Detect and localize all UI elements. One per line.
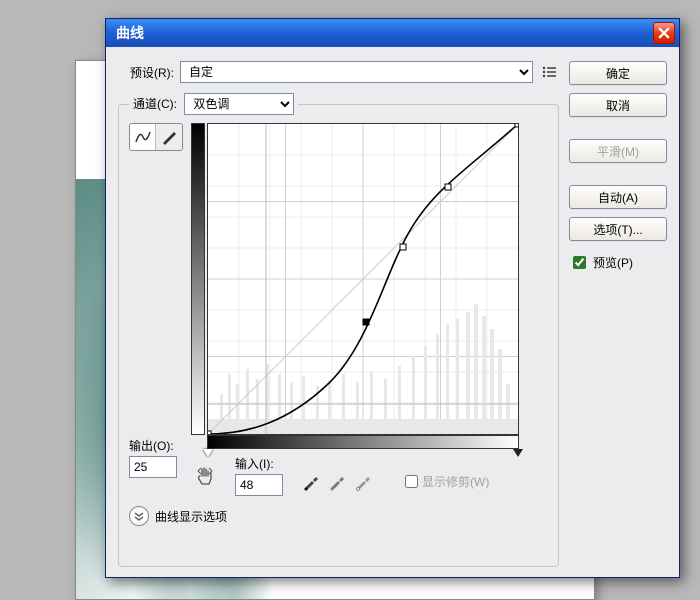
- show-clipping-checkbox-wrap[interactable]: 显示修剪(W): [405, 473, 489, 490]
- close-button[interactable]: [653, 22, 675, 44]
- curve-tool-icon: [134, 128, 152, 146]
- dialog-title: 曲线: [116, 23, 144, 43]
- disclosure-button[interactable]: [129, 506, 149, 526]
- show-clipping-label: 显示修剪(W): [422, 473, 489, 490]
- ok-button[interactable]: 确定: [569, 61, 667, 85]
- white-point-eyedropper[interactable]: [351, 471, 375, 493]
- vertical-gradient: [191, 123, 205, 435]
- on-image-adjust-button[interactable]: [191, 461, 219, 489]
- pencil-tool-button[interactable]: [156, 124, 182, 150]
- show-clipping-checkbox[interactable]: [405, 475, 418, 488]
- channel-label: 通道(C):: [133, 97, 177, 111]
- output-label: 输出(O):: [129, 437, 177, 454]
- close-icon: [658, 27, 670, 39]
- auto-button[interactable]: 自动(A): [569, 185, 667, 209]
- curves-graph[interactable]: [207, 123, 519, 435]
- preview-checkbox-wrap[interactable]: 预览(P): [569, 253, 667, 272]
- options-button[interactable]: 选项(T)...: [569, 217, 667, 241]
- chevron-double-down-icon: [133, 510, 145, 522]
- curve-tool-button[interactable]: [130, 124, 156, 150]
- eyedropper-black-icon: [302, 473, 320, 491]
- preview-checkbox[interactable]: [573, 256, 586, 269]
- preview-label: 预览(P): [593, 254, 633, 271]
- disclosure-label: 曲线显示选项: [155, 508, 227, 525]
- cancel-button[interactable]: 取消: [569, 93, 667, 117]
- preset-select[interactable]: 自定: [180, 61, 533, 83]
- horizontal-gradient[interactable]: [207, 435, 519, 449]
- preset-label: 预设(R):: [118, 64, 174, 81]
- pencil-tool-icon: [161, 129, 177, 145]
- hand-icon: [194, 464, 216, 486]
- input-label: 输入(I):: [235, 455, 283, 472]
- smooth-button: 平滑(M): [569, 139, 667, 163]
- preset-menu-button[interactable]: [539, 62, 559, 82]
- eyedropper-white-icon: [354, 473, 372, 491]
- curves-graph-svg: [208, 124, 518, 434]
- channel-select[interactable]: 双色调: [184, 93, 294, 115]
- channel-legend: 通道(C): 双色调: [129, 93, 298, 115]
- black-point-eyedropper[interactable]: [299, 471, 323, 493]
- channel-fieldset: 通道(C): 双色调: [118, 93, 559, 567]
- gray-point-eyedropper[interactable]: [325, 471, 349, 493]
- output-field[interactable]: [129, 456, 177, 478]
- titlebar[interactable]: 曲线: [106, 19, 679, 47]
- input-field[interactable]: [235, 474, 283, 496]
- preset-menu-icon: [541, 65, 557, 79]
- curves-dialog: 曲线 预设(R): 自定: [105, 18, 680, 578]
- draw-mode-toggle: [129, 123, 183, 151]
- eyedropper-gray-icon: [328, 473, 346, 491]
- output-block: 输出(O):: [129, 437, 177, 478]
